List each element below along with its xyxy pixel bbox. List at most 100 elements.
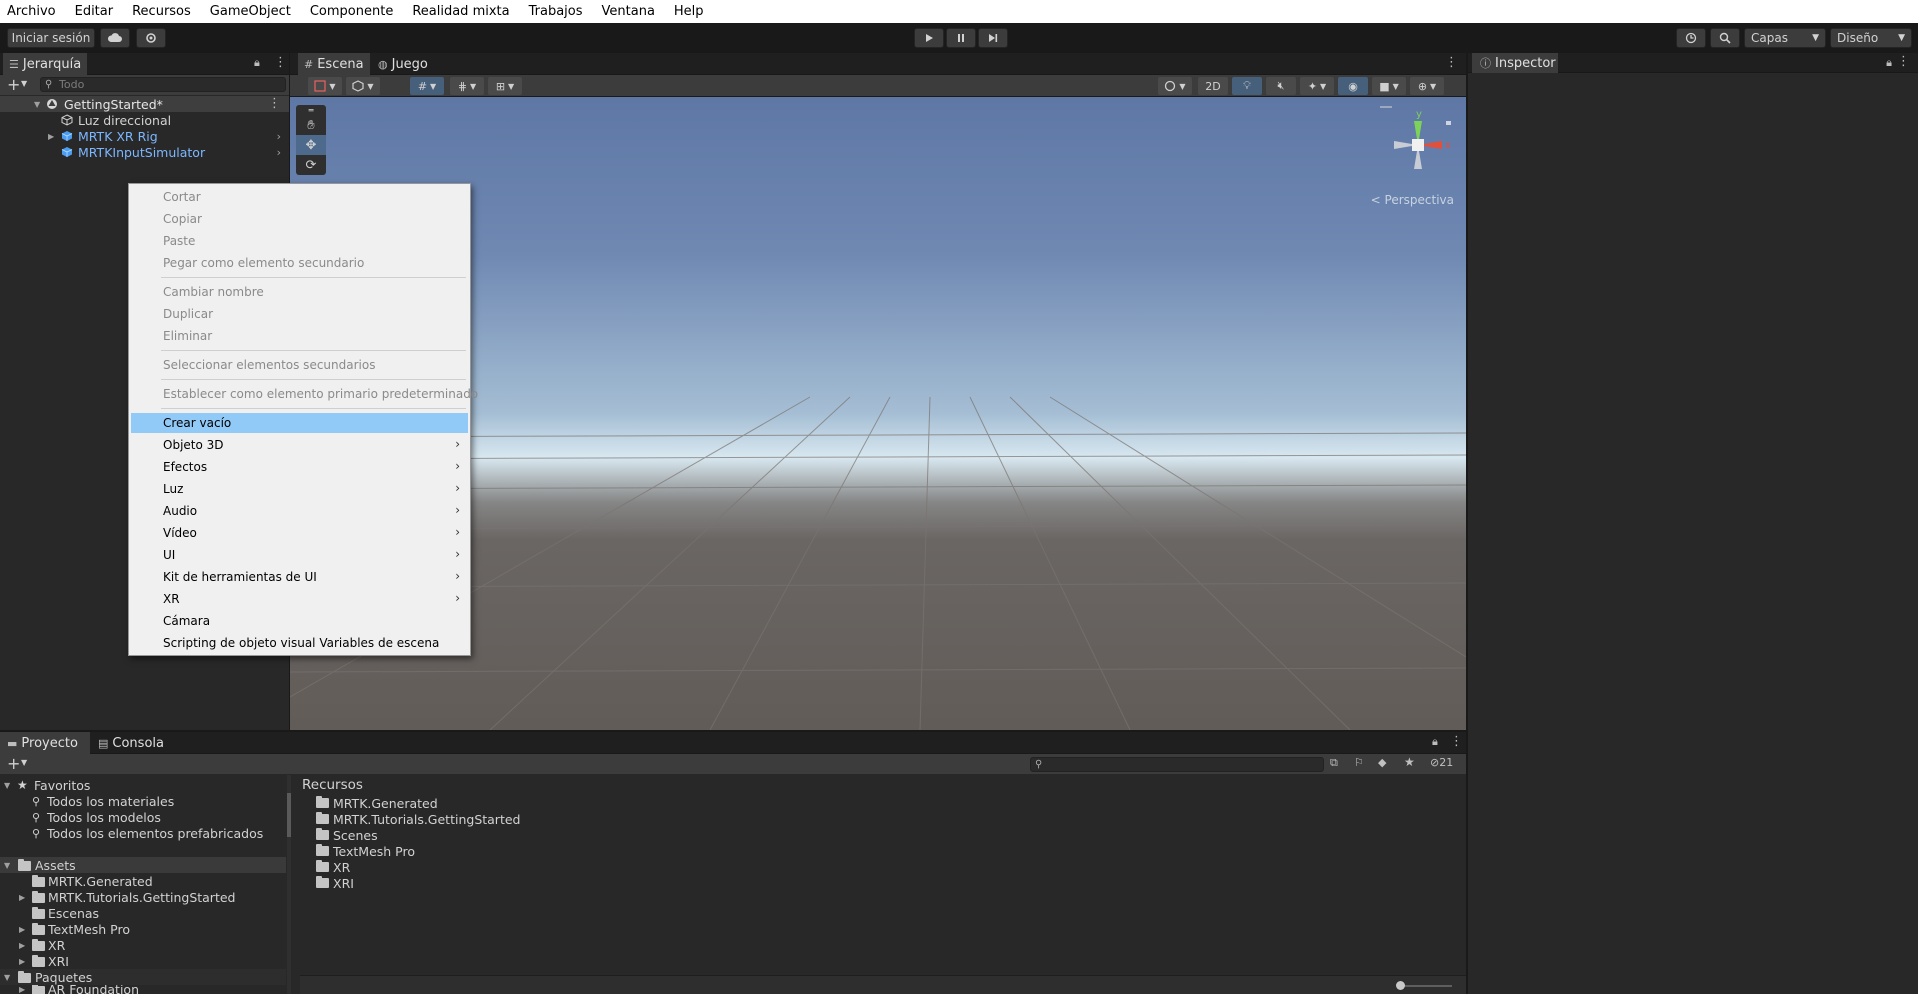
menu-item-duplicar[interactable]: Duplicar: [131, 304, 468, 324]
list-item[interactable]: ⚲ Todos los materiales: [0, 793, 286, 809]
visibility-toggle-button[interactable]: ◉: [1338, 77, 1368, 95]
menu-item-audio[interactable]: Audio ›: [131, 501, 468, 521]
menu-archivo[interactable]: Archivo: [7, 4, 56, 19]
menu-realidad-mixta[interactable]: Realidad mixta: [412, 4, 509, 19]
lock-icon[interactable]: 🔒︎: [1432, 735, 1438, 749]
step-button[interactable]: [978, 28, 1008, 48]
kebab-menu-icon[interactable]: ⋮: [274, 55, 287, 70]
hierarchy-scene-row[interactable]: ▼ GettingStarted* ⋮: [0, 96, 289, 112]
favorites-header[interactable]: ▼ ★ Favoritos: [0, 777, 286, 793]
lock-icon[interactable]: 🔒︎: [1886, 56, 1892, 70]
cloud-button[interactable]: [100, 28, 130, 48]
effects-button[interactable]: ✦ ▼: [1300, 77, 1334, 95]
star-icon[interactable]: ★: [1404, 755, 1415, 769]
menu-item-objeto-3d[interactable]: Objeto 3D ›: [131, 435, 468, 455]
tag-icon[interactable]: ◆: [1378, 756, 1386, 769]
tab-game[interactable]: ◍ Juego: [374, 53, 436, 75]
lock-icon[interactable]: 🔒︎: [254, 56, 260, 70]
menu-componente[interactable]: Componente: [310, 4, 393, 19]
list-item[interactable]: Scenes: [316, 827, 378, 843]
expand-arrow-icon[interactable]: ▶: [19, 985, 25, 994]
menu-item-ui[interactable]: UI ›: [131, 545, 468, 565]
menu-help[interactable]: Help: [674, 4, 704, 19]
snap-increment-button[interactable]: ⋕ ▼: [450, 77, 484, 95]
menu-editar[interactable]: Editar: [75, 4, 114, 19]
perspective-label[interactable]: < Perspectiva: [1371, 193, 1454, 207]
list-item[interactable]: MRTK.Generated: [316, 795, 438, 811]
menu-gameobject[interactable]: GameObject: [210, 4, 291, 19]
zoom-slider-handle[interactable]: [1396, 981, 1405, 990]
menu-ventana[interactable]: Ventana: [602, 4, 655, 19]
caret-down-icon[interactable]: ▼: [21, 758, 27, 767]
menu-item-luz[interactable]: Luz ›: [131, 479, 468, 499]
list-item[interactable]: MRTK.Tutorials.GettingStarted: [316, 811, 520, 827]
zoom-slider-track[interactable]: [1400, 985, 1452, 987]
add-icon[interactable]: +: [7, 754, 20, 773]
tree-scrollbar-thumb[interactable]: [287, 793, 291, 837]
menu-item-visual-scripting[interactable]: Scripting de objeto visual Variables de …: [131, 633, 468, 653]
hierarchy-search-input[interactable]: ⚲ Todo: [40, 77, 286, 92]
add-icon[interactable]: +: [7, 75, 20, 94]
list-item[interactable]: MRTK.Generated: [0, 873, 286, 889]
list-item[interactable]: ▶ AR Foundation: [0, 985, 286, 994]
assets-header[interactable]: ▼ Assets: [0, 857, 286, 873]
collab-button[interactable]: [136, 28, 166, 48]
history-button[interactable]: [1676, 28, 1706, 48]
tab-inspector[interactable]: ⓘ Inspector: [1472, 53, 1558, 73]
contents-breadcrumb[interactable]: Recursos: [302, 777, 363, 793]
menu-item-efectos[interactable]: Efectos ›: [131, 457, 468, 477]
menu-item-crear-vacio[interactable]: Crear vacío: [131, 413, 468, 433]
menu-item-seleccionar-secundarios[interactable]: Seleccionar elementos secundarios: [131, 355, 468, 375]
menu-item-establecer-primario[interactable]: Establecer como elemento primario predet…: [131, 384, 478, 404]
list-item[interactable]: XRI: [316, 875, 354, 891]
expand-arrow-icon[interactable]: ▶: [19, 957, 25, 966]
move-tool-button[interactable]: ✥: [296, 135, 326, 155]
shading-button[interactable]: ▼: [1158, 77, 1192, 95]
list-item[interactable]: TextMesh Pro: [316, 843, 415, 859]
list-item[interactable]: ▶ TextMesh Pro: [0, 921, 286, 937]
expand-arrow-icon[interactable]: ▶: [19, 941, 25, 950]
kebab-menu-icon[interactable]: ⋮: [1897, 54, 1910, 69]
menu-item-copiar[interactable]: Copiar: [131, 209, 468, 229]
list-item[interactable]: XR: [316, 859, 350, 875]
login-button[interactable]: Iniciar sesión: [7, 28, 95, 48]
tab-project[interactable]: ▬ Proyecto: [0, 732, 90, 754]
tab-hierarchy[interactable]: ☰ Jerarquía: [3, 53, 87, 75]
menu-item-cortar[interactable]: Cortar: [131, 187, 468, 207]
hierarchy-item[interactable]: MRTKInputSimulator ›: [0, 144, 289, 160]
list-item[interactable]: ⚲ Todos los elementos prefabricados: [0, 825, 286, 841]
menu-item-pegar-secundario[interactable]: Pegar como elemento secundario: [131, 253, 468, 273]
expand-arrow-icon[interactable]: ▼: [4, 973, 10, 982]
expand-arrow-icon[interactable]: ▶: [48, 132, 54, 141]
ruler-button[interactable]: ⊞ ▼: [488, 77, 522, 95]
hand-tool-button[interactable]: ✋︎: [296, 115, 326, 135]
rotate-tool-button[interactable]: ⟳: [296, 155, 326, 175]
kebab-menu-icon[interactable]: ⋮: [1445, 55, 1458, 70]
gizmo-center-cube[interactable]: [1412, 139, 1424, 151]
layers-dropdown[interactable]: Capas ▼: [1744, 28, 1826, 48]
2d-toggle-button[interactable]: 2D: [1198, 77, 1228, 95]
hierarchy-item[interactable]: ▶ MRTK XR Rig ›: [0, 128, 289, 144]
chevron-right-icon[interactable]: ›: [277, 130, 281, 143]
play-button[interactable]: [914, 28, 944, 48]
draw-mode-button[interactable]: ▼: [308, 77, 342, 95]
project-search-input[interactable]: ⚲: [1030, 757, 1324, 772]
menu-item-cambiar-nombre[interactable]: Cambiar nombre: [131, 282, 468, 302]
menu-item-camara[interactable]: Cámara: [131, 611, 468, 631]
tab-scene[interactable]: # Escena: [298, 53, 370, 75]
lighting-toggle-button[interactable]: 💡︎: [1232, 77, 1262, 95]
render-mode-button[interactable]: ▼: [346, 77, 380, 95]
grid-snap-button[interactable]: # ▼: [410, 77, 444, 95]
menu-item-eliminar[interactable]: Eliminar: [131, 326, 468, 346]
kebab-menu-icon[interactable]: ⋮: [1450, 734, 1463, 749]
menu-item-xr[interactable]: XR ›: [131, 589, 468, 609]
tab-console[interactable]: ▤ Consola: [94, 732, 174, 754]
search-button[interactable]: [1710, 28, 1740, 48]
list-item[interactable]: Escenas: [0, 905, 286, 921]
list-item[interactable]: ▶ XRI: [0, 953, 286, 969]
menu-trabajos[interactable]: Trabajos: [529, 4, 583, 19]
expand-arrow-icon[interactable]: ▶: [19, 925, 25, 934]
hidden-packages-toggle[interactable]: ⊘21: [1430, 756, 1453, 769]
list-item[interactable]: ▶ XR: [0, 937, 286, 953]
search-by-type-icon[interactable]: ⧉: [1330, 756, 1338, 770]
